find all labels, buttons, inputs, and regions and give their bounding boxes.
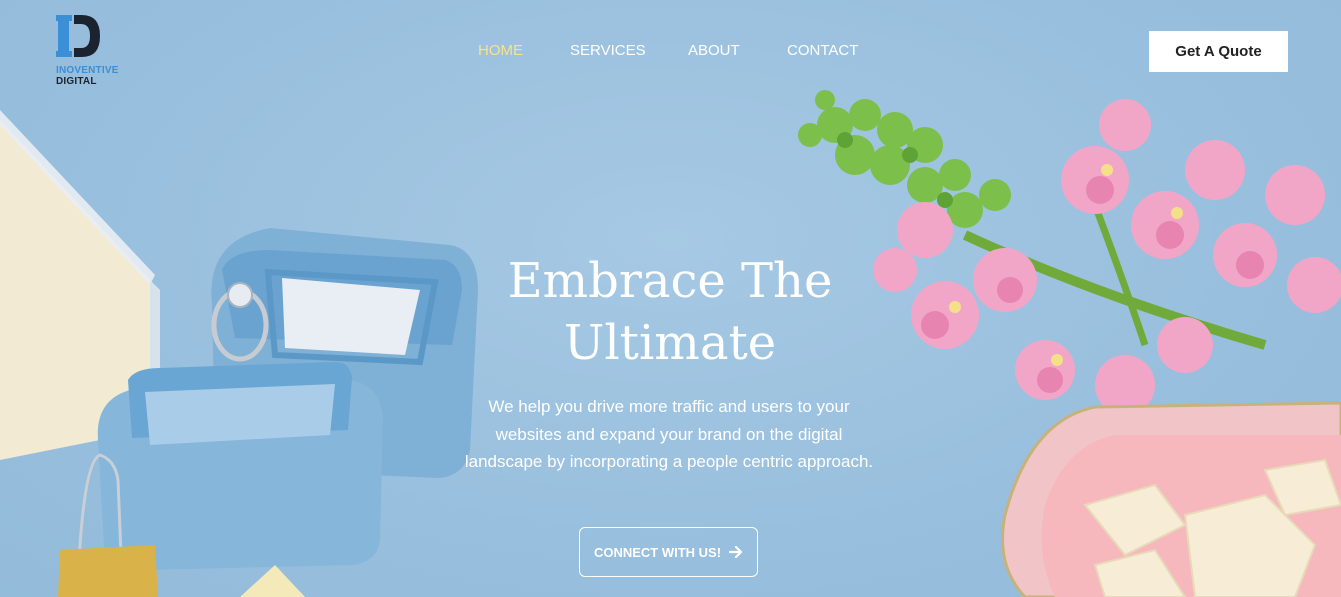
hero-description: We help you drive more traffic and users… bbox=[464, 397, 874, 471]
nav-item-contact[interactable]: CONTACT bbox=[787, 42, 858, 59]
arrow-right-icon bbox=[729, 546, 743, 558]
brand-name-line2: DIGITAL bbox=[56, 76, 97, 87]
nav-item-home[interactable]: HOME bbox=[478, 42, 523, 59]
nav-item-about[interactable]: ABOUT bbox=[688, 42, 740, 59]
hero-headline: Embrace The Ultimate bbox=[420, 250, 920, 374]
main-nav: HOME SERVICES ABOUT CONTACT bbox=[0, 42, 1341, 62]
hero-headline-line2: Ultimate bbox=[563, 315, 777, 371]
hero-headline-line1: Embrace The bbox=[507, 253, 833, 309]
brand-name-line1: INOVENTIVE bbox=[56, 65, 119, 76]
connect-with-us-button[interactable]: CONNECT WITH US! bbox=[579, 527, 758, 577]
cta-label: CONNECT WITH US! bbox=[593, 544, 722, 560]
hero-section: INOVENTIVE DIGITAL HOME SERVICES ABOUT C… bbox=[0, 0, 1341, 597]
nav-item-services[interactable]: SERVICES bbox=[570, 42, 646, 59]
get-a-quote-button[interactable]: Get A Quote bbox=[1149, 31, 1288, 72]
